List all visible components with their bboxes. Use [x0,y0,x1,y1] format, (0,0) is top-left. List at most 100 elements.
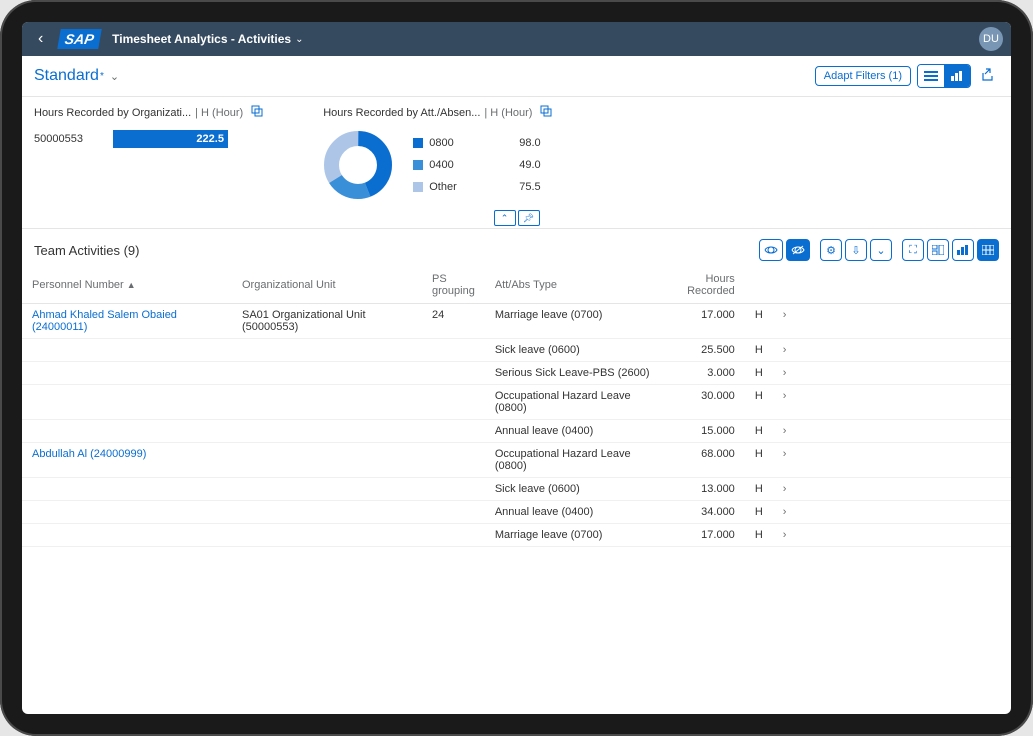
legend-swatch [413,138,423,148]
export-menu-button[interactable]: ⌄ [870,239,892,261]
col-hours-recorded[interactable]: Hours Recorded [660,267,745,304]
table-container: Personnel Number▲ Organizational Unit PS… [22,267,1011,714]
col-att-abs-type[interactable]: Att/Abs Type [485,267,660,304]
col-unit [745,267,773,304]
chart-table-button[interactable] [952,239,974,261]
personnel-cell [22,385,232,420]
ps-group-cell [422,339,485,362]
back-button[interactable]: ‹ [30,30,51,48]
expand-chart-icon[interactable] [251,105,263,120]
row-nav-button[interactable]: › [773,362,797,385]
row-spacer [796,524,1011,547]
col-org-unit[interactable]: Organizational Unit [232,267,422,304]
settings-button[interactable]: ⚙ [820,239,842,261]
ps-group-cell [422,524,485,547]
row-spacer [796,443,1011,478]
show-filters-button[interactable] [759,239,783,261]
col-nav [773,267,797,304]
sort-asc-icon: ▲ [127,280,136,290]
unit-cell: H [745,478,773,501]
personnel-cell [22,420,232,443]
personnel-cell [22,339,232,362]
adapt-filters-button[interactable]: Adapt Filters (1) [815,66,911,86]
table-row: Serious Sick Leave-PBS (2600)3.000H› [22,362,1011,385]
unit-cell: H [745,524,773,547]
variant-label: Standard [34,67,99,85]
user-avatar[interactable]: DU [979,27,1003,51]
table-title: Team Activities (9) [34,243,139,258]
row-nav-button[interactable]: › [773,443,797,478]
col-ps-grouping[interactable]: PS grouping [422,267,485,304]
bar-chart[interactable]: 50000553 222.5 [34,130,263,148]
org-unit-cell [232,478,422,501]
collapse-chart-button[interactable]: ⌃ [494,210,516,226]
att-abs-cell: Marriage leave (0700) [485,524,660,547]
att-abs-cell: Sick leave (0600) [485,478,660,501]
chart-title: Hours Recorded by Organizati... [34,107,191,119]
page-title: Timesheet Analytics - Activities [112,32,291,46]
org-unit-cell [232,385,422,420]
donut-chart[interactable] [323,130,393,200]
share-button[interactable] [977,68,999,85]
hours-cell: 34.000 [660,501,745,524]
bar-category-label: 50000553 [34,133,83,145]
chart-title: Hours Recorded by Att./Absen... [323,107,480,119]
export-button[interactable]: ⇩ [845,239,867,261]
legend-item[interactable]: 0800 98.0 [413,137,540,149]
hours-cell: 3.000 [660,362,745,385]
legend-item[interactable]: Other 75.5 [413,181,540,193]
table-toolbar: Team Activities (9) ⚙ ⇩ ⌄ ⛶ [22,229,1011,267]
hours-cell: 13.000 [660,478,745,501]
table-row: Abdullah Al (24000999) Occupational Hazar… [22,443,1011,478]
variant-selector[interactable]: Standard * ⌄ [34,67,119,85]
grid-table-button[interactable] [977,239,999,261]
row-spacer [796,362,1011,385]
group-view-button[interactable] [927,239,949,261]
table-row: Sick leave (0600)13.000H› [22,478,1011,501]
chart-view-button[interactable] [944,65,970,87]
legend-swatch [413,160,423,170]
table-row: Annual leave (0400)34.000H› [22,501,1011,524]
org-unit-cell [232,339,422,362]
row-nav-button[interactable]: › [773,339,797,362]
fullscreen-button[interactable]: ⛶ [902,239,924,261]
personnel-cell[interactable]: Ahmad Khaled Salem Obaied (24000011) [22,304,232,339]
hide-filters-button[interactable] [786,239,810,261]
personnel-cell [22,362,232,385]
legend-value: 75.5 [519,181,540,193]
att-abs-cell: Annual leave (0400) [485,420,660,443]
legend-value: 98.0 [519,137,540,149]
unit-cell: H [745,420,773,443]
att-abs-cell: Occupational Hazard Leave (0800) [485,443,660,478]
personnel-cell[interactable]: Abdullah Al (24000999) [22,443,232,478]
row-nav-button[interactable]: › [773,501,797,524]
legend-item[interactable]: 0400 49.0 [413,159,540,171]
visual-filter-area: Hours Recorded by Organizati... | H (Hou… [22,97,1011,208]
activities-table: Personnel Number▲ Organizational Unit PS… [22,267,1011,547]
table-row: Annual leave (0400)15.000H› [22,420,1011,443]
chevron-down-icon: ⌄ [110,70,119,83]
table-body: Ahmad Khaled Salem Obaied (24000011)SA01… [22,304,1011,547]
pin-chart-button[interactable]: 📌︎ [518,210,540,226]
tablet-frame: ‹ SAP Timesheet Analytics - Activities ⌄… [0,0,1033,736]
ps-group-cell [422,420,485,443]
org-unit-cell [232,443,422,478]
row-nav-button[interactable]: › [773,304,797,339]
expand-chart-icon[interactable] [540,105,552,120]
row-nav-button[interactable]: › [773,524,797,547]
unit-cell: H [745,501,773,524]
ps-group-cell: 24 [422,304,485,339]
hours-cell: 17.000 [660,304,745,339]
org-unit-cell: SA01 Organizational Unit (50000553) [232,304,422,339]
chart-unit: | H (Hour) [484,107,532,119]
personnel-cell [22,524,232,547]
org-unit-cell [232,420,422,443]
table-row: Occupational Hazard Leave (0800)30.000H› [22,385,1011,420]
row-nav-button[interactable]: › [773,420,797,443]
row-nav-button[interactable]: › [773,385,797,420]
col-personnel[interactable]: Personnel Number▲ [22,267,232,304]
ps-group-cell [422,501,485,524]
title-dropdown-icon[interactable]: ⌄ [295,34,303,45]
row-nav-button[interactable]: › [773,478,797,501]
list-view-button[interactable] [918,65,944,87]
